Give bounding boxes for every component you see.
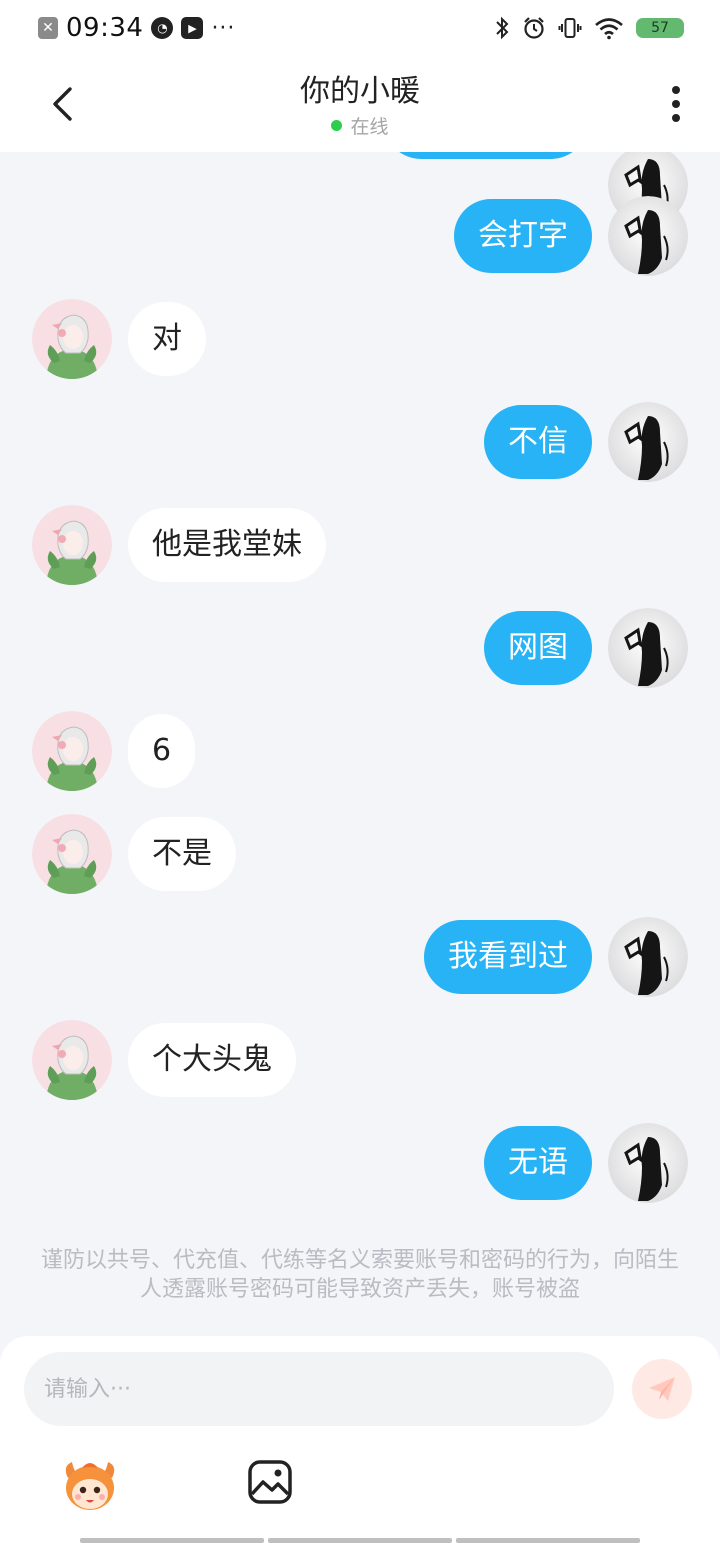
message-row-received: 6 — [0, 711, 720, 791]
wifi-icon — [595, 18, 623, 40]
chat-header: 你的小暖 在线 — [0, 56, 720, 152]
battery-icon: 57 — [636, 18, 684, 38]
image-icon — [248, 1460, 292, 1504]
message-bubble-sent[interactable]: 我看到过 — [424, 920, 592, 994]
message-row-received: 对 — [0, 299, 720, 379]
more-notifications-indicator: ··· — [211, 15, 236, 41]
composer-panel — [0, 1336, 720, 1544]
message-bubble-sent[interactable]: 会打字 — [454, 199, 592, 273]
nav-segment[interactable] — [456, 1538, 640, 1543]
more-dot-icon — [672, 86, 680, 94]
contact-avatar[interactable] — [32, 711, 112, 791]
battery-level: 57 — [651, 20, 669, 36]
title-block: 你的小暖 在线 — [0, 72, 720, 139]
status-bar: ✕ 09:34 ◔ ▶ ··· 57 — [0, 0, 720, 56]
message-row-sent: 我看到过 — [0, 917, 720, 997]
message-row-sent: 不信 — [0, 402, 720, 482]
page-title: 你的小暖 — [300, 74, 420, 109]
emoji-sticker-button[interactable] — [60, 1458, 120, 1514]
contact-avatar[interactable] — [32, 814, 112, 894]
more-options-button[interactable] — [666, 82, 686, 126]
speedometer-icon: ◔ — [151, 17, 174, 39]
image-picker-button[interactable] — [246, 1458, 294, 1506]
online-dot-icon — [331, 120, 343, 131]
message-row-sent: 会打字 — [0, 196, 720, 276]
contact-avatar[interactable] — [32, 1020, 112, 1100]
contact-avatar[interactable] — [32, 299, 112, 379]
status-bar-left: ✕ 09:34 ◔ ▶ ··· — [38, 13, 235, 43]
message-bubble-sent[interactable]: 不信 — [484, 405, 592, 479]
system-nav-bar — [80, 1538, 640, 1543]
play-box-icon: ▶ — [181, 17, 204, 39]
paper-plane-icon — [649, 1377, 675, 1401]
status-bar-right: 57 — [494, 16, 684, 40]
more-dot-icon — [672, 114, 680, 122]
message-bubble-sent[interactable]: 网图 — [484, 611, 592, 685]
chat-message-list[interactable]: 会打字 对 不信 他是我堂妹 网图 6 不是 我看到过 个大头鬼 无语 谨防以共… — [0, 152, 720, 1336]
message-bubble-received[interactable]: 个大头鬼 — [128, 1023, 296, 1097]
message-input[interactable] — [24, 1352, 614, 1426]
my-avatar[interactable] — [608, 196, 688, 276]
message-bubble-received[interactable]: 不是 — [128, 817, 236, 891]
message-bubble-received[interactable]: 6 — [128, 714, 196, 788]
online-status: 在线 — [331, 112, 389, 139]
message-row-received: 他是我堂妹 — [0, 505, 720, 585]
bluetooth-icon — [496, 16, 509, 40]
message-bubble-received[interactable]: 对 — [128, 302, 206, 376]
contact-avatar[interactable] — [32, 505, 112, 585]
security-warning: 谨防以共号、代充值、代练等名义索要账号和密码的行为，向陌生人透露账号密码可能导致… — [40, 1248, 679, 1302]
mascot-emoji-icon — [65, 1462, 115, 1510]
message-row-received: 不是 — [0, 814, 720, 894]
vibrate-icon — [558, 18, 582, 38]
status-time: 09:34 — [66, 13, 144, 43]
message-row-received: 个大头鬼 — [0, 1020, 720, 1100]
my-avatar[interactable] — [608, 608, 688, 688]
message-row-sent: 网图 — [0, 608, 720, 688]
close-box-icon: ✕ — [38, 17, 58, 39]
more-dot-icon — [672, 100, 680, 108]
alarm-icon — [524, 17, 544, 39]
nav-segment[interactable] — [80, 1538, 264, 1543]
nav-segment[interactable] — [268, 1538, 452, 1543]
my-avatar[interactable] — [608, 1123, 688, 1203]
message-row-sent: 无语 — [0, 1123, 720, 1203]
my-avatar[interactable] — [608, 402, 688, 482]
my-avatar[interactable] — [608, 917, 688, 997]
message-bubble-received[interactable]: 他是我堂妹 — [128, 508, 326, 582]
message-bubble-sent[interactable] — [384, 152, 588, 159]
online-status-label: 在线 — [350, 116, 389, 138]
message-bubble-sent[interactable]: 无语 — [484, 1126, 592, 1200]
send-button[interactable] — [632, 1359, 692, 1419]
